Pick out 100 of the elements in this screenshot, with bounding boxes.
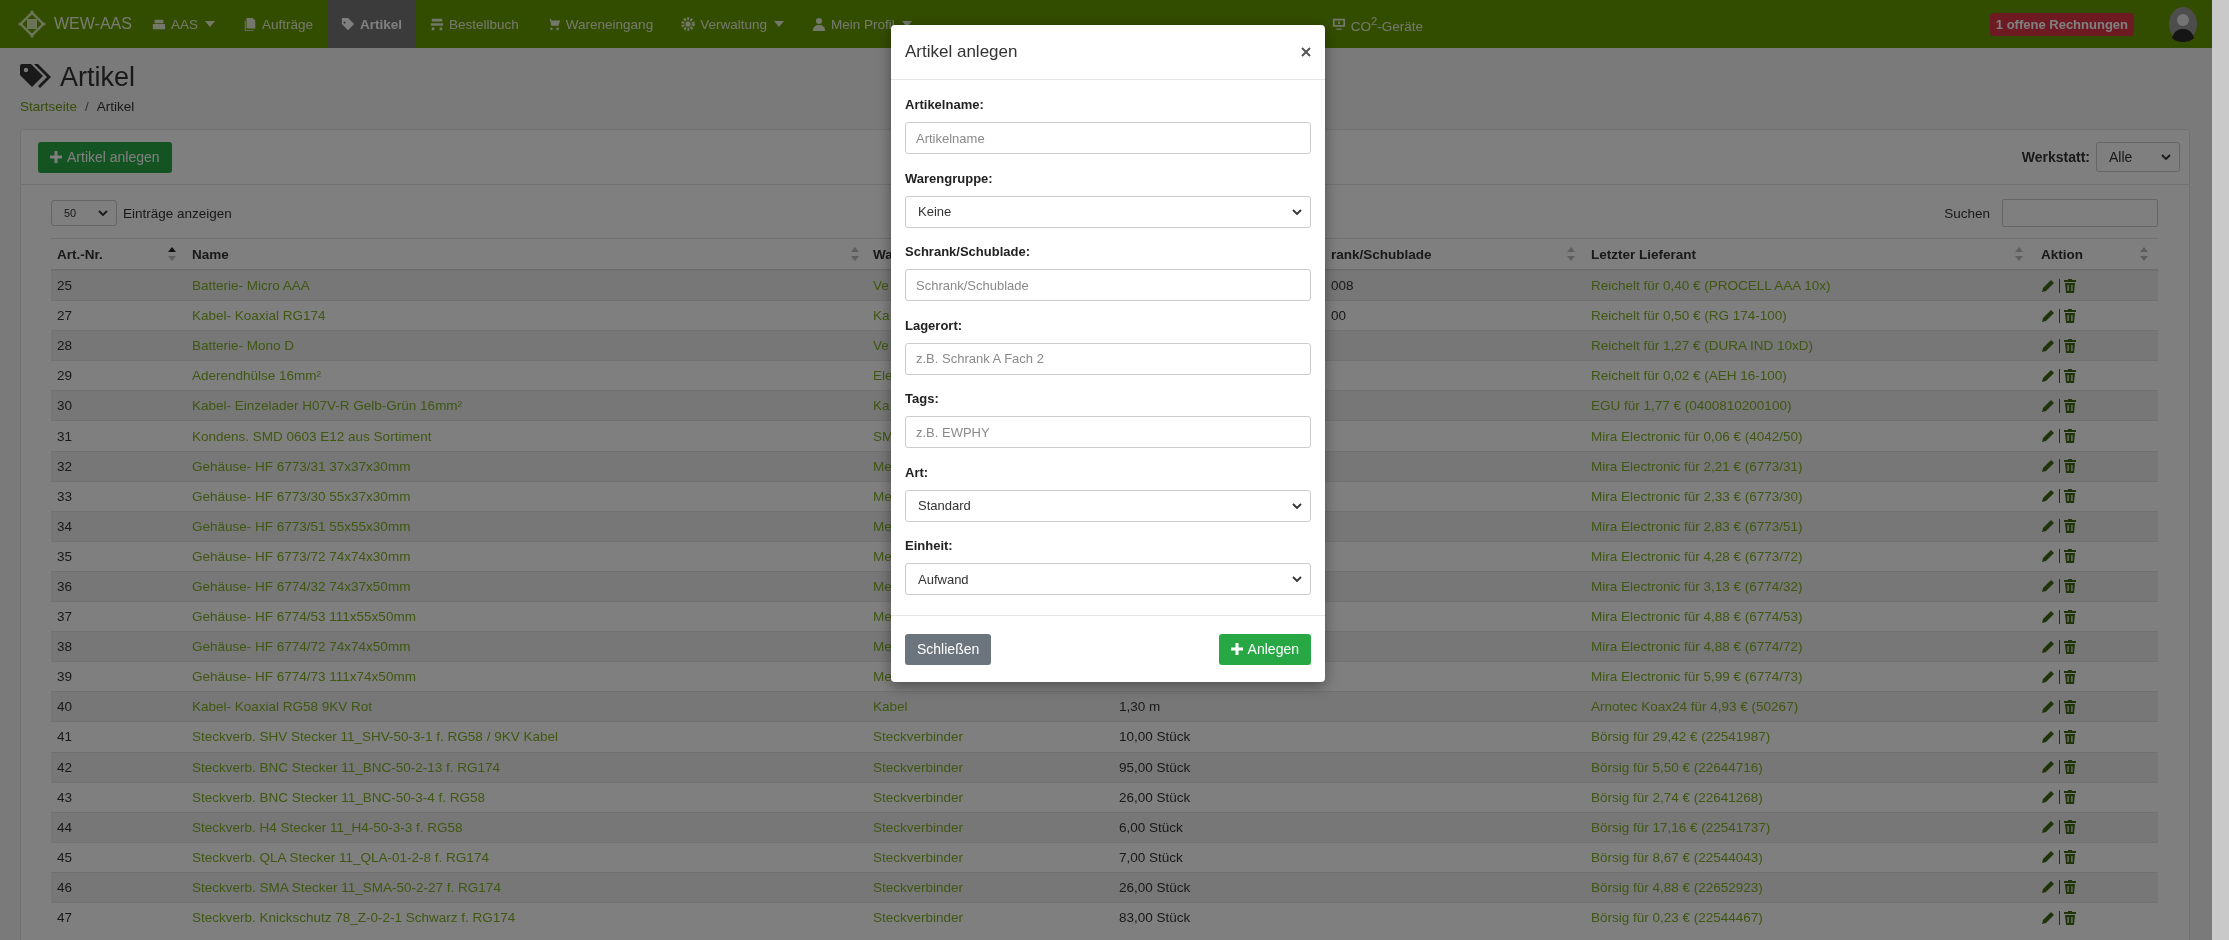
avatar-icon[interactable]: [2168, 6, 2198, 42]
table-link[interactable]: Gehäuse- HF 6773/51 55x55x30mm: [192, 518, 411, 534]
pencil-icon[interactable]: [2041, 910, 2055, 925]
table-link[interactable]: Mira Electronic für 2,83 € (6773/51): [1591, 518, 1803, 534]
table-link[interactable]: Steckverbinder: [873, 729, 964, 745]
table-link[interactable]: Kabel: [873, 699, 908, 715]
table-link[interactable]: Me: [873, 548, 892, 564]
pencil-icon[interactable]: [2041, 820, 2055, 835]
nav-item[interactable]: AAS: [137, 0, 229, 48]
table-link[interactable]: Reichelt für 0,40 € (PROCELL AAA 10x): [1591, 278, 1831, 294]
table-link[interactable]: Mira Electronic für 4,88 € (6774/72): [1591, 639, 1803, 655]
table-link[interactable]: Batterie- Micro AAA: [192, 278, 310, 294]
table-link[interactable]: Gehäuse- HF 6773/30 55x37x30mm: [192, 488, 411, 504]
table-link[interactable]: Me: [873, 579, 892, 594]
trash-icon[interactable]: [2064, 760, 2076, 775]
input-field[interactable]: Schrank/Schublade: [905, 269, 1311, 301]
input-field[interactable]: z.B. Schrank A Fach 2: [905, 342, 1311, 375]
pencil-icon[interactable]: [2041, 338, 2055, 353]
table-link[interactable]: Steckverb. SHV Stecker 11_SHV-50-3-1 f. RG58 / 9KV Kabel: [192, 729, 558, 745]
column-header[interactable]: Aktion: [2041, 246, 2083, 262]
trash-icon[interactable]: [2064, 790, 2076, 805]
trash-icon[interactable]: [2064, 398, 2076, 413]
table-link[interactable]: Gehäuse- HF 6774/72 74x74x50mm: [192, 639, 411, 655]
table-link[interactable]: Ka: [873, 308, 890, 324]
table-link[interactable]: Börsig für 8,67 € (22544043): [1591, 849, 1763, 865]
table-link[interactable]: Mira Electronic für 3,13 € (6774/32): [1591, 579, 1803, 594]
table-link[interactable]: Steckverb. BNC Stecker 11_BNC-50-2-13 f. RG174: [192, 759, 501, 775]
pencil-icon[interactable]: [2041, 760, 2055, 775]
trash-icon[interactable]: [2064, 669, 2076, 684]
table-link[interactable]: Gehäuse- HF 6773/72 74x74x30mm: [192, 548, 411, 564]
brand-name[interactable]: WEW-AAS: [54, 15, 132, 33]
table-link[interactable]: Gehäuse- HF 6774/53 111x55x50mm: [192, 609, 416, 625]
trash-icon[interactable]: [2064, 699, 2076, 714]
table-link[interactable]: Steckverbinder: [873, 789, 964, 805]
trash-icon[interactable]: [2064, 579, 2076, 594]
input-field[interactable]: Artikelname: [905, 122, 1311, 154]
table-link[interactable]: Reichelt für 1,27 € (DURA IND 10xD): [1591, 338, 1814, 354]
pencil-icon[interactable]: [2041, 609, 2055, 624]
nav-item[interactable]: Verwaltung: [667, 0, 798, 48]
trash-icon[interactable]: [2064, 519, 2076, 534]
trash-icon[interactable]: [2064, 278, 2076, 293]
table-link[interactable]: Kabel- Koaxial RG174: [192, 308, 326, 324]
pencil-icon[interactable]: [2041, 639, 2055, 654]
table-link[interactable]: Steckverbinder: [873, 819, 964, 835]
table-link[interactable]: EGU für 1,77 € (0400810200100): [1591, 398, 1792, 414]
pencil-icon[interactable]: [2041, 519, 2055, 534]
table-link[interactable]: Börsig für 4,88 € (22652923): [1591, 879, 1763, 895]
table-link[interactable]: Arnotec Koax24 für 4,93 € (50267): [1591, 699, 1799, 715]
table-link[interactable]: Ele: [873, 368, 893, 384]
table-link[interactable]: Börsig für 17,16 € (22541737): [1591, 819, 1771, 835]
table-link[interactable]: Steckverbinder: [873, 849, 964, 865]
pencil-icon[interactable]: [2041, 880, 2055, 895]
trash-icon[interactable]: [2064, 429, 2076, 443]
column-header[interactable]: Art.-Nr.: [57, 246, 103, 262]
table-link[interactable]: Steckverbinder: [873, 910, 964, 925]
trash-icon[interactable]: [2064, 639, 2076, 654]
table-link[interactable]: Ve: [873, 338, 889, 354]
table-link[interactable]: Steckverbinder: [873, 759, 964, 775]
table-link[interactable]: Kabel- Einzelader H07V-R Gelb-Grün 16mm²: [192, 398, 463, 414]
pencil-icon[interactable]: [2041, 699, 2055, 714]
trash-icon[interactable]: [2064, 609, 2076, 624]
pencil-icon[interactable]: [2041, 308, 2055, 323]
workshop-select[interactable]: Alle: [2096, 142, 2180, 172]
search-field[interactable]: [2002, 199, 2158, 227]
add-article-button[interactable]: Artikel anlegen: [38, 141, 172, 173]
select-field[interactable]: Aufwand: [905, 563, 1311, 595]
trash-icon[interactable]: [2064, 729, 2076, 744]
input-field[interactable]: z.B. EWPHY: [905, 416, 1311, 448]
trash-icon[interactable]: [2064, 549, 2076, 564]
select-field[interactable]: Keine: [905, 195, 1311, 228]
select-field[interactable]: Standard: [905, 489, 1311, 522]
table-link[interactable]: Steckverb. BNC Stecker 11_BNC-50-3-4 f. RG58: [192, 789, 486, 805]
column-header[interactable]: Letzter Lieferant: [1591, 246, 1697, 262]
trash-icon[interactable]: [2064, 308, 2076, 323]
pencil-icon[interactable]: [2041, 729, 2055, 744]
trash-icon[interactable]: [2064, 820, 2076, 835]
trash-icon[interactable]: [2064, 368, 2076, 383]
pencil-icon[interactable]: [2041, 459, 2055, 474]
trash-icon[interactable]: [2064, 850, 2076, 865]
pencil-icon[interactable]: [2041, 278, 2055, 293]
trash-icon[interactable]: [2064, 338, 2076, 353]
table-link[interactable]: Ve: [873, 278, 889, 294]
pencil-icon[interactable]: [2041, 549, 2055, 564]
table-link[interactable]: Steckverb. Knickschutz 78_Z-0-2-1 Schwarz f. RG174: [192, 910, 516, 925]
table-link[interactable]: Kabel- Koaxial RG58 9KV Rot: [192, 699, 373, 715]
table-link[interactable]: Mira Electronic für 4,88 € (6774/53): [1591, 609, 1803, 625]
table-link[interactable]: Mira Electronic für 2,21 € (6773/31): [1591, 458, 1803, 474]
table-link[interactable]: Ka: [873, 398, 890, 414]
table-link[interactable]: Gehäuse- HF 6774/32 74x37x50mm: [192, 579, 411, 594]
pencil-icon[interactable]: [2041, 669, 2055, 684]
table-link[interactable]: Me: [873, 639, 892, 655]
pencil-icon[interactable]: [2041, 790, 2055, 805]
create-button[interactable]: Anlegen: [1218, 633, 1311, 665]
table-link[interactable]: Mira Electronic für 2,33 € (6773/30): [1591, 488, 1803, 504]
table-link[interactable]: Börsig für 0,23 € (22544467): [1591, 910, 1763, 925]
table-link[interactable]: Börsig für 29,42 € (22541987): [1591, 729, 1771, 745]
pencil-icon[interactable]: [2041, 398, 2055, 413]
pencil-icon[interactable]: [2041, 850, 2055, 865]
table-link[interactable]: Me: [873, 458, 892, 474]
table-link[interactable]: Mira Electronic für 4,28 € (6773/72): [1591, 548, 1803, 564]
